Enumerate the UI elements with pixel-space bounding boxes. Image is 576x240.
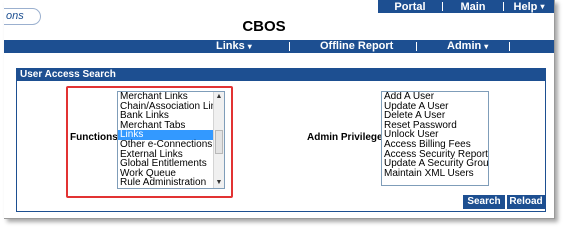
admin-privileges-label: Admin Privileges: bbox=[307, 132, 392, 143]
list-option[interactable]: Maintain XML Users bbox=[382, 168, 488, 179]
top-menu-portal-label: Portal bbox=[394, 0, 426, 13]
functions-label: Functions: bbox=[70, 132, 122, 143]
functions-listbox[interactable]: Merchant Links Chain/Association Links Ban… bbox=[117, 91, 225, 189]
scroll-down-icon[interactable]: ▼ bbox=[214, 178, 224, 188]
nav-offline-report-label: Offline Report bbox=[320, 40, 394, 52]
user-access-search-panel: User Access Search Functions: Merchant L… bbox=[16, 68, 546, 212]
page-title: CBOS bbox=[242, 18, 286, 35]
chevron-down-icon: ▾ bbox=[247, 42, 252, 51]
top-menu-help[interactable]: Help ▾ bbox=[504, 0, 554, 13]
search-button[interactable]: Search bbox=[463, 195, 505, 209]
nav-links-label: Links bbox=[216, 40, 245, 52]
top-menu-main[interactable]: Main bbox=[443, 0, 503, 13]
main-nav: Links ▾ Offline Report Admin ▾ bbox=[4, 40, 554, 53]
nav-divider bbox=[416, 42, 417, 51]
nav-admin[interactable]: Admin ▾ bbox=[447, 40, 488, 53]
top-menu-help-label: Help bbox=[513, 0, 538, 13]
top-menu-main-label: Main bbox=[460, 0, 486, 13]
chevron-down-icon: ▾ bbox=[484, 42, 489, 51]
panel-title: User Access Search bbox=[17, 69, 545, 81]
chevron-down-icon: ▾ bbox=[540, 2, 545, 11]
top-menu-portal[interactable]: Portal bbox=[378, 0, 442, 13]
functions-scrollbar[interactable]: ▲ ▼ bbox=[213, 92, 224, 188]
top-menu: Portal Main Help ▾ bbox=[378, 0, 554, 13]
nav-links[interactable]: Links ▾ bbox=[216, 40, 252, 53]
app-window: ons Portal Main Help ▾ CBOS Links ▾ Offl… bbox=[4, 0, 555, 219]
reload-button[interactable]: Reload bbox=[507, 195, 545, 209]
nav-divider bbox=[509, 42, 510, 51]
scrollbar-thumb[interactable] bbox=[215, 130, 223, 154]
admin-privileges-listbox[interactable]: Add A User Update A User Delete A User Rese… bbox=[381, 91, 489, 186]
list-option[interactable]: Rule Administration bbox=[118, 178, 224, 188]
nav-admin-label: Admin bbox=[447, 40, 482, 52]
nav-offline-report[interactable]: Offline Report bbox=[320, 40, 393, 53]
scroll-up-icon[interactable]: ▲ bbox=[214, 92, 224, 102]
nav-divider bbox=[289, 42, 290, 51]
